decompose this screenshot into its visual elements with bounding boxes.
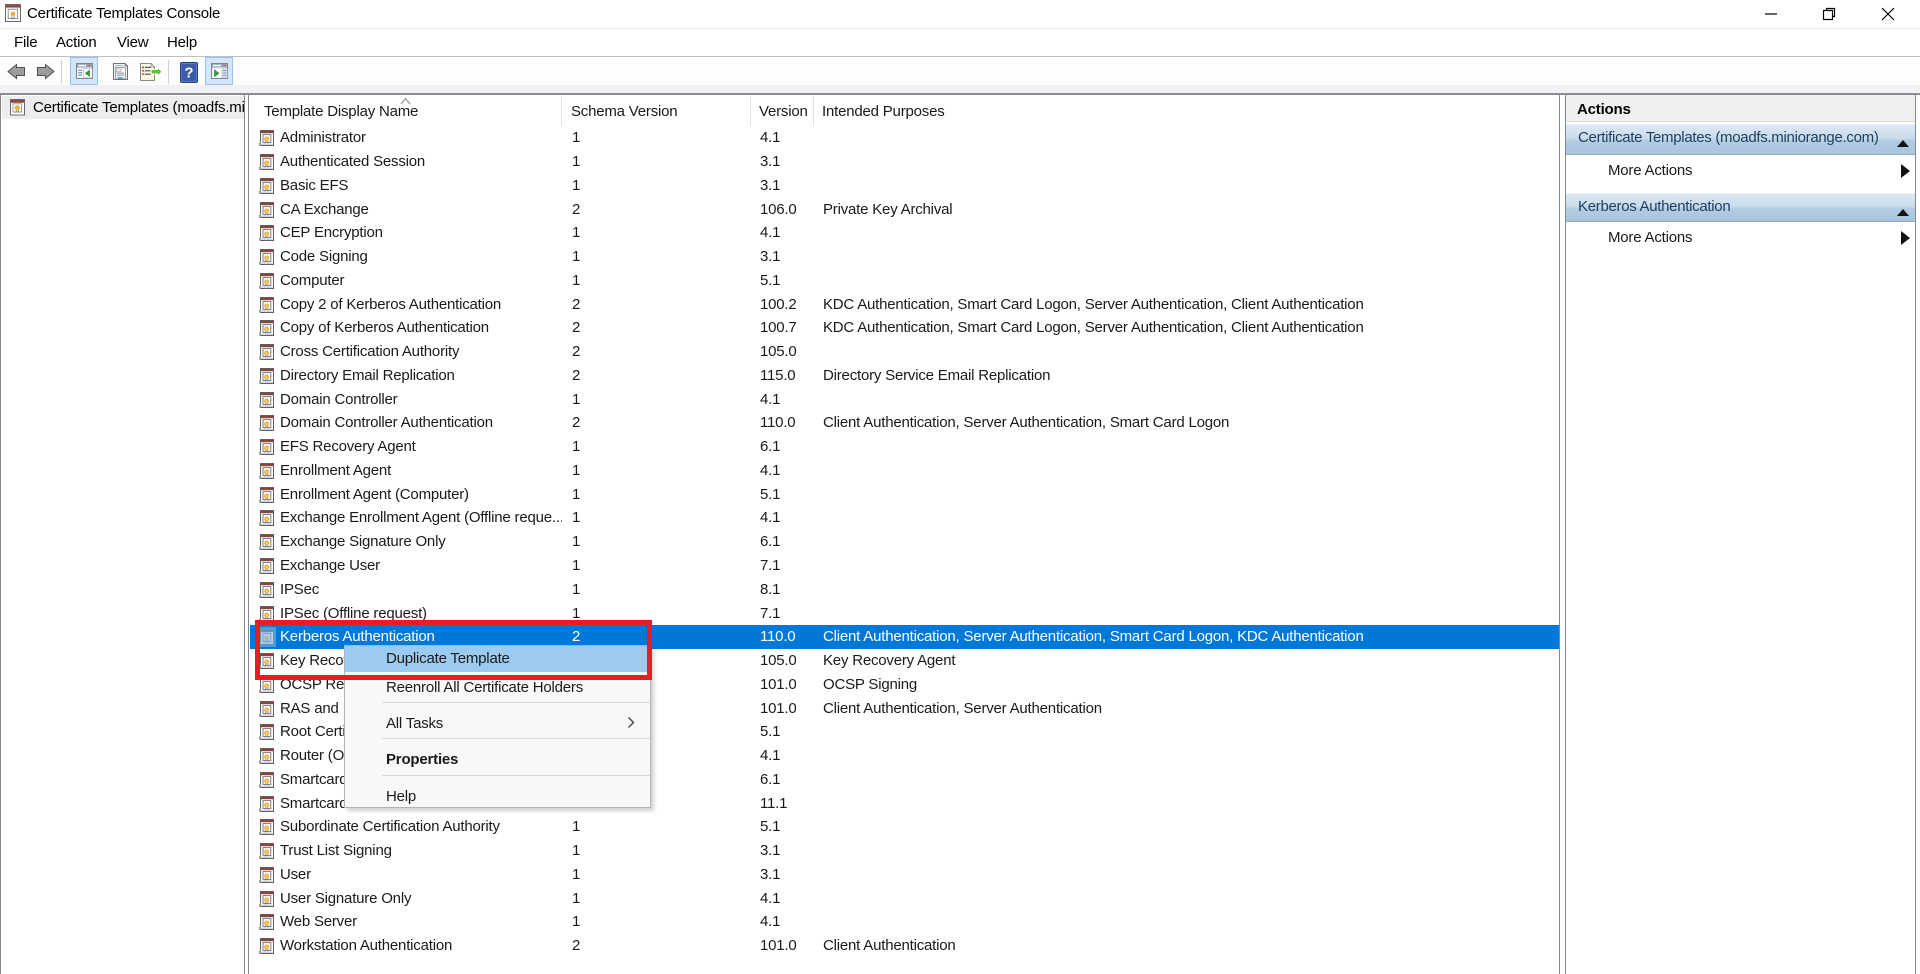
svg-text:?: ? [184,65,193,82]
